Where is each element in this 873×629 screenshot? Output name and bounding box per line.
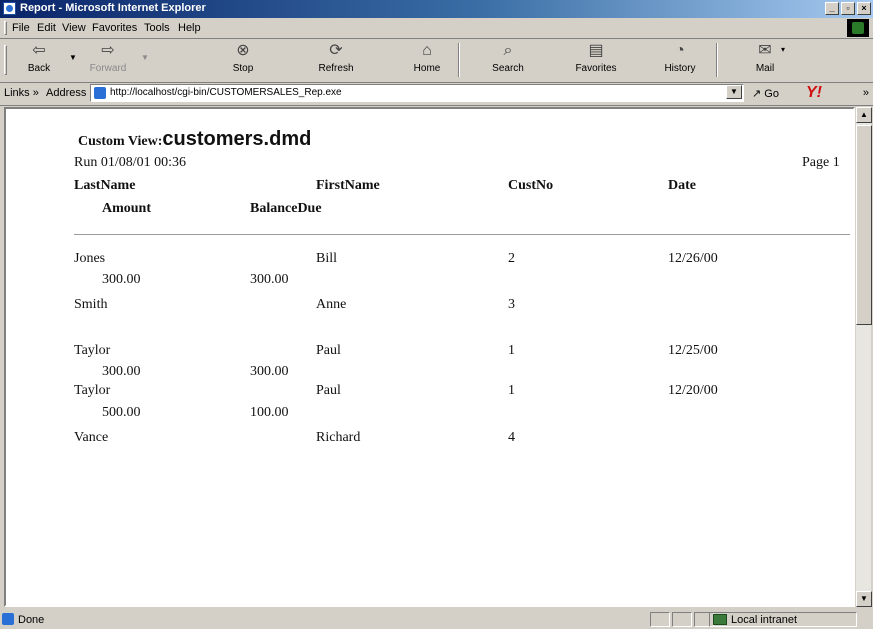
cell-firstname: Richard	[316, 430, 361, 445]
cell-balancedue: 300.00	[250, 364, 289, 379]
scroll-up-icon[interactable]: ▲	[856, 107, 872, 123]
windows-logo-throbber	[847, 19, 869, 37]
home-button[interactable]: ⌂ Home	[402, 41, 452, 74]
history-button[interactable]: ◔ History	[652, 41, 708, 74]
cell-custno: 3	[508, 297, 515, 312]
header-balancedue: BalanceDue	[250, 201, 322, 216]
window-controls: _ ▫ ×	[825, 2, 871, 15]
back-arrow-icon: ⇦	[32, 42, 46, 59]
header-date: Date	[668, 178, 696, 193]
cell-amount: 300.00	[102, 272, 141, 287]
search-button[interactable]: ⌕ Search	[480, 41, 536, 74]
address-dropdown-icon[interactable]: ▼	[726, 85, 742, 99]
forward-arrow-icon: ⇨	[101, 42, 115, 59]
cell-custno: 1	[508, 343, 515, 358]
go-button[interactable]: ↗ Go	[752, 87, 779, 100]
menu-file[interactable]: File	[12, 22, 30, 34]
go-arrow-icon: ↗	[752, 88, 762, 100]
menu-edit[interactable]: Edit	[37, 22, 56, 34]
cell-lastname: Taylor	[74, 383, 111, 398]
header-lastname: LastName	[74, 178, 136, 193]
cell-firstname: Bill	[316, 251, 338, 266]
header-divider	[74, 234, 850, 235]
refresh-icon: ⟳	[329, 42, 343, 59]
stop-icon: ⊗	[236, 42, 250, 59]
toolbar-separator	[458, 43, 460, 77]
cell-lastname: Jones	[74, 251, 106, 266]
menu-bar: File Edit View Favorites Tools Help	[0, 18, 873, 39]
cell-date: 12/25/00	[668, 343, 718, 358]
address-label: Address	[46, 87, 87, 99]
toolbar-separator	[716, 43, 718, 77]
cell-date: 12/26/00	[668, 251, 718, 266]
header-custno: CustNo	[508, 178, 554, 193]
address-bar: Links » Address http://localhost/cgi-bin…	[0, 83, 873, 106]
status-bar: Done Local intranet	[0, 611, 873, 629]
vertical-scrollbar[interactable]: ▲ ▼	[855, 107, 872, 607]
cell-balancedue: 100.00	[250, 405, 289, 420]
menu-help[interactable]: Help	[178, 22, 201, 34]
maximize-button[interactable]: ▫	[841, 2, 855, 15]
toolbar-chevron-icon[interactable]: »	[863, 87, 869, 99]
cell-amount: 500.00	[102, 405, 141, 420]
page-number: Page 1	[802, 155, 840, 170]
cell-custno: 4	[508, 430, 515, 445]
mail-icon: ✉	[758, 42, 772, 59]
menu-tools[interactable]: Tools	[144, 22, 170, 34]
cell-custno: 1	[508, 383, 515, 398]
mail-dropdown-icon[interactable]: ▾	[781, 45, 785, 54]
stop-button[interactable]: ⊗ Stop	[218, 41, 268, 74]
title-bar[interactable]: Report - Microsoft Internet Explorer _ ▫…	[0, 0, 873, 18]
ie-app-icon[interactable]	[3, 2, 16, 15]
menu-favorites[interactable]: Favorites	[92, 22, 137, 34]
back-dropdown-icon[interactable]: ▼	[69, 53, 77, 62]
header-amount: Amount	[102, 201, 152, 216]
history-icon: ◔	[675, 42, 685, 59]
refresh-button[interactable]: ⟳ Refresh	[308, 41, 364, 74]
menu-view[interactable]: View	[62, 22, 86, 34]
local-intranet-icon	[713, 614, 727, 625]
custom-view-heading: Custom View:customers.dmd	[78, 128, 312, 150]
run-timestamp: Run 01/08/01 00:36	[74, 155, 187, 170]
header-firstname: FirstName	[316, 178, 380, 193]
favorites-button[interactable]: ▤ Favorites	[566, 41, 626, 74]
cell-custno: 2	[508, 251, 515, 266]
cell-balancedue: 300.00	[250, 272, 289, 287]
home-icon: ⌂	[422, 42, 432, 59]
cell-amount: 300.00	[102, 364, 141, 379]
page-icon	[94, 87, 106, 99]
address-url[interactable]: http://localhost/cgi-bin/CUSTOMERSALES_R…	[110, 87, 342, 98]
forward-dropdown-icon[interactable]: ▼	[141, 53, 149, 62]
standard-toolbar: ⇦ Back ▼ ⇨ Forward ▼ ⊗ Stop ⟳ Refresh ⌂ …	[0, 39, 873, 83]
address-input[interactable]: http://localhost/cgi-bin/CUSTOMERSALES_R…	[90, 84, 744, 102]
scroll-thumb[interactable]	[856, 125, 872, 325]
cell-lastname: Vance	[74, 430, 109, 445]
toolbar-grip[interactable]	[4, 45, 7, 75]
status-text: Done	[18, 614, 45, 626]
cell-date: 12/20/00	[668, 383, 718, 398]
search-icon: ⌕	[503, 42, 513, 59]
links-toolbar[interactable]: Links »	[4, 87, 39, 99]
menu-grip[interactable]	[4, 21, 7, 35]
minimize-button[interactable]: _	[825, 2, 839, 15]
scroll-down-icon[interactable]: ▼	[856, 591, 872, 607]
yahoo-logo-icon[interactable]: Y!	[806, 84, 822, 102]
window-title: Report - Microsoft Internet Explorer	[20, 2, 206, 14]
status-panel	[672, 612, 692, 627]
cell-firstname: Paul	[316, 383, 341, 398]
cell-lastname: Smith	[74, 297, 108, 312]
close-button[interactable]: ×	[857, 2, 871, 15]
cell-lastname: Taylor	[74, 343, 111, 358]
favorites-icon: ▤	[588, 42, 604, 59]
back-button[interactable]: ⇦ Back	[14, 41, 64, 74]
cell-firstname: Anne	[316, 297, 347, 312]
forward-button[interactable]: ⇨ Forward	[80, 41, 136, 74]
zone-text: Local intranet	[731, 614, 798, 626]
cell-firstname: Paul	[316, 343, 341, 358]
page-done-icon	[2, 613, 14, 625]
custom-view-name: customers.dmd	[162, 128, 312, 150]
status-panel	[650, 612, 670, 627]
